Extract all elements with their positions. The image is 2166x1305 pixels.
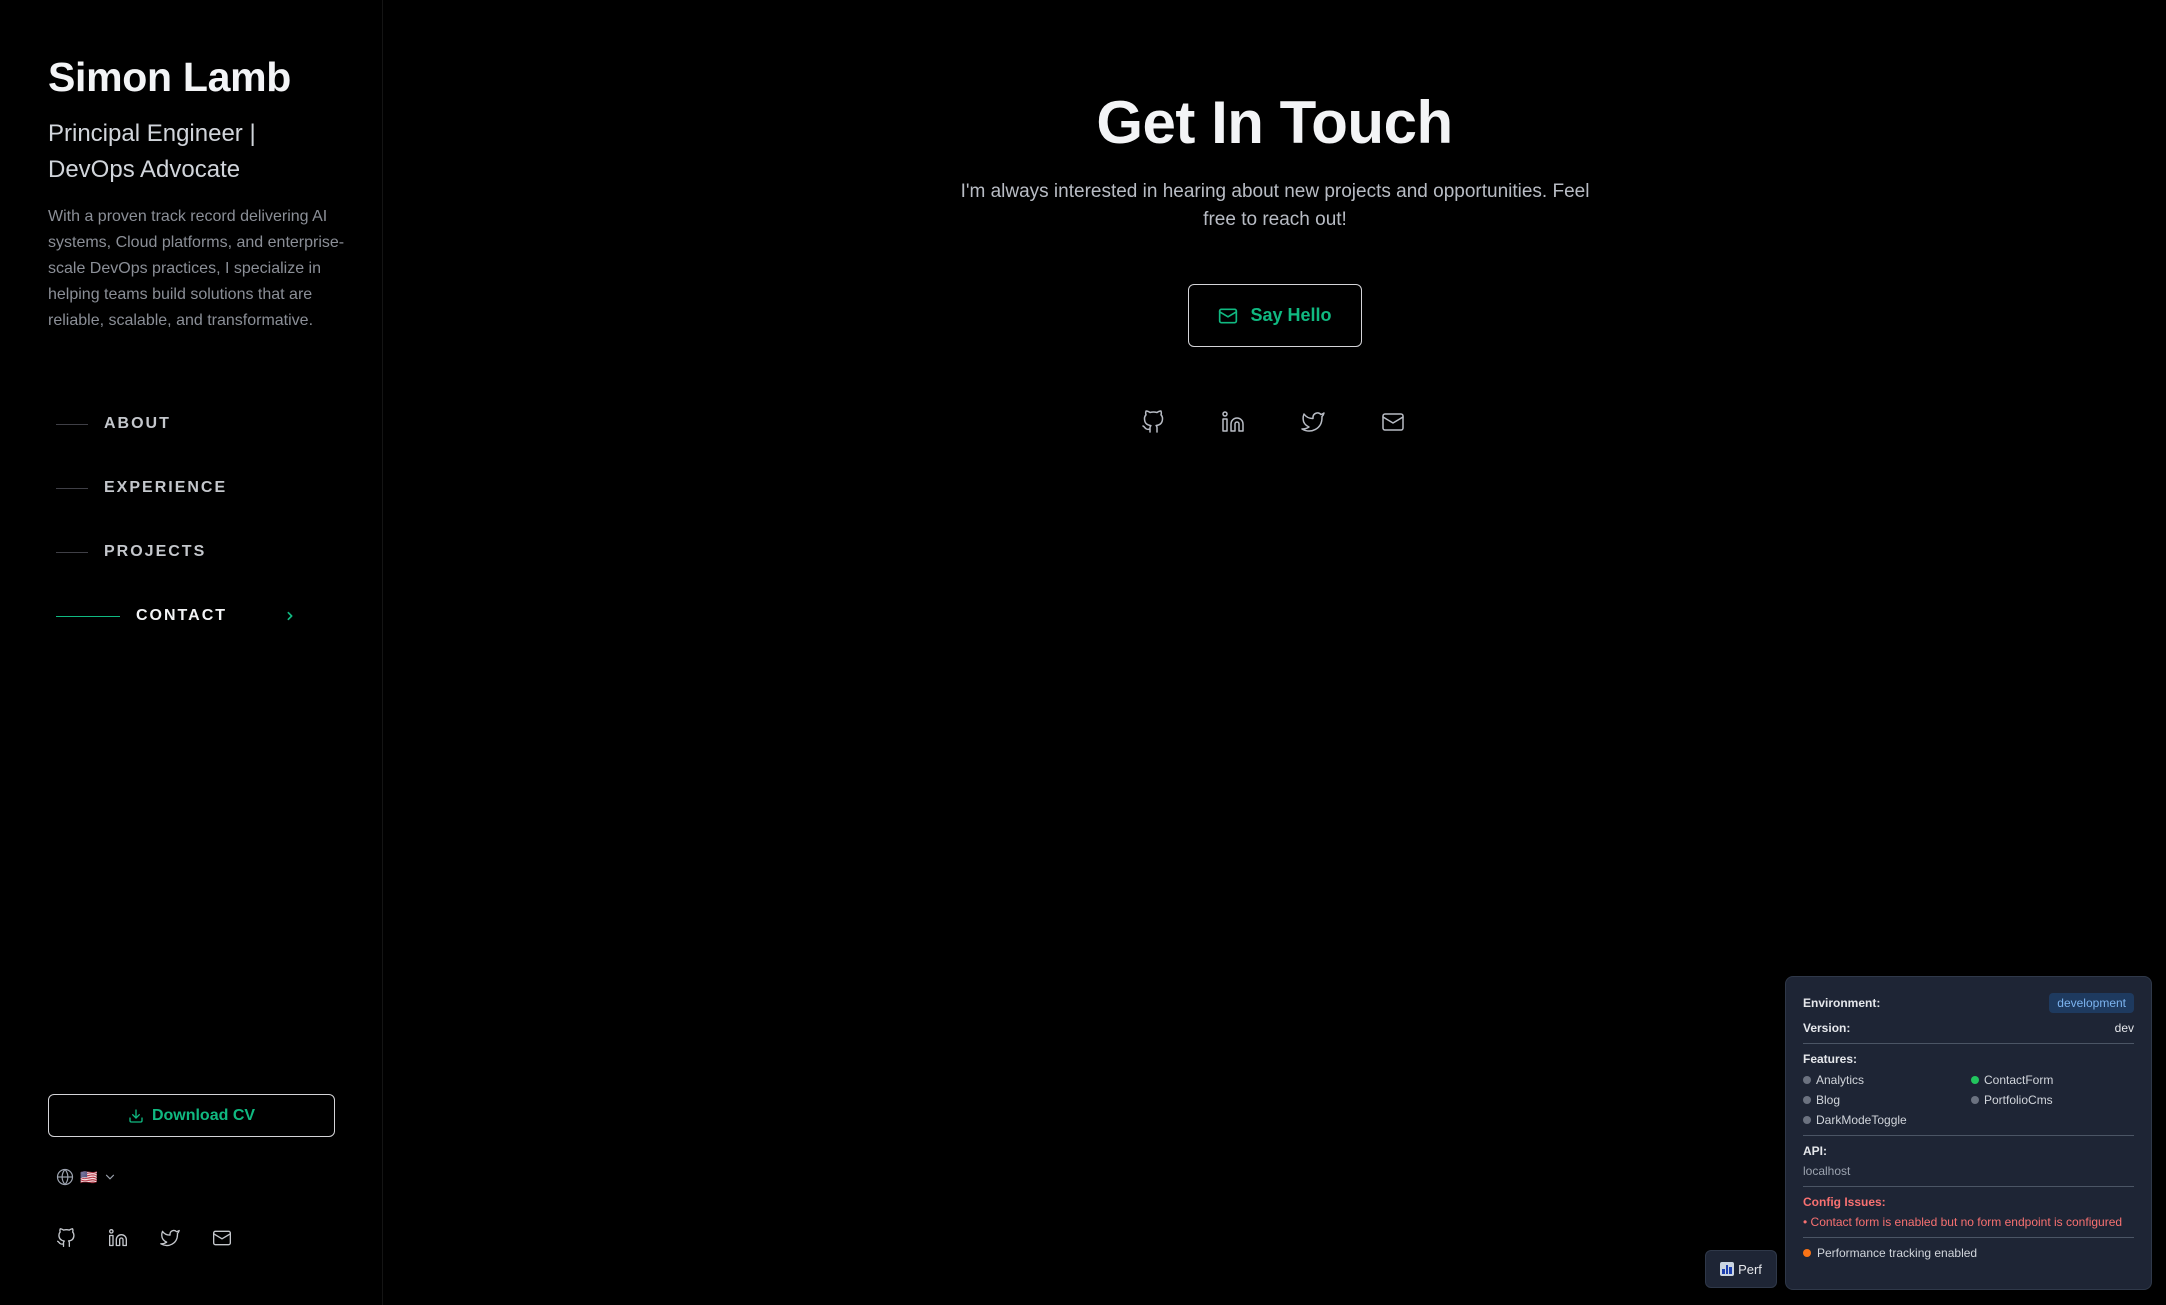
environment-badge: development bbox=[2049, 993, 2134, 1013]
nav-item-projects[interactable]: PROJECTS bbox=[56, 520, 316, 584]
version-row: Version: dev bbox=[1803, 1021, 2134, 1035]
nav-item-label: PROJECTS bbox=[104, 543, 207, 560]
nav-indicator-line bbox=[56, 423, 88, 425]
nav-item-about[interactable]: ABOUT bbox=[56, 392, 316, 456]
mail-icon[interactable] bbox=[1381, 410, 1405, 434]
environment-label: Environment: bbox=[1803, 996, 1881, 1010]
say-hello-label: Say Hello bbox=[1250, 305, 1332, 325]
status-dot bbox=[1803, 1116, 1811, 1124]
chart-icon bbox=[1720, 1262, 1735, 1276]
nav-item-label: ABOUT bbox=[104, 415, 171, 432]
status-dot bbox=[1971, 1096, 1979, 1104]
nav-indicator-line bbox=[56, 551, 88, 553]
divider bbox=[1803, 1043, 2134, 1044]
profile-name: Simon Lamb bbox=[48, 54, 292, 100]
perf-button-label: Perf bbox=[1738, 1261, 1762, 1277]
version-label: Version: bbox=[1803, 1021, 1851, 1035]
api-label: API: bbox=[1803, 1144, 1827, 1158]
nav-item-contact[interactable]: CONTACT bbox=[56, 584, 316, 648]
feature-name: Analytics bbox=[1816, 1073, 1865, 1087]
environment-row: Environment: development bbox=[1803, 993, 2134, 1013]
github-icon[interactable] bbox=[56, 1228, 76, 1248]
chevron-right-icon bbox=[287, 611, 293, 621]
features-label: Features: bbox=[1803, 1052, 1858, 1066]
chevron-down-icon bbox=[106, 1174, 115, 1180]
nav-item-experience[interactable]: EXPERIENCE bbox=[56, 456, 316, 520]
linkedin-icon[interactable] bbox=[108, 1228, 128, 1248]
divider bbox=[1803, 1135, 2134, 1136]
debug-panel: Environment: development Version: dev Fe… bbox=[1785, 976, 2152, 1290]
config-issues-label: Config Issues: bbox=[1803, 1195, 1886, 1209]
feature-name: Blog bbox=[1816, 1093, 1841, 1107]
sidebar-social-links bbox=[56, 1228, 232, 1248]
download-cv-button[interactable]: Download CV bbox=[48, 1094, 335, 1137]
feature-analytics: Analytics bbox=[1803, 1073, 1971, 1087]
download-cv-label: Download CV bbox=[151, 1106, 256, 1124]
features-list: Analytics ContactForm Blog PortfolioCms … bbox=[1803, 1073, 2134, 1127]
feature-blog: Blog bbox=[1803, 1093, 1971, 1107]
twitter-icon[interactable] bbox=[1301, 410, 1325, 434]
version-value: dev bbox=[2114, 1021, 2134, 1035]
globe-icon bbox=[56, 1168, 74, 1186]
linkedin-icon[interactable] bbox=[1221, 410, 1245, 434]
status-dot bbox=[1803, 1076, 1811, 1084]
language-flag: 🇺🇸 bbox=[80, 1168, 98, 1185]
feature-portfoliocms: PortfolioCms bbox=[1971, 1093, 2131, 1107]
performance-status: Performance tracking enabled bbox=[1803, 1246, 2134, 1260]
say-hello-button[interactable]: Say Hello bbox=[1188, 284, 1362, 347]
download-icon bbox=[129, 1108, 143, 1123]
status-dot bbox=[1971, 1076, 1979, 1084]
divider bbox=[1803, 1186, 2134, 1187]
performance-text: Performance tracking enabled bbox=[1817, 1246, 1978, 1260]
mail-icon[interactable] bbox=[212, 1228, 232, 1248]
contact-description: I'm always interested in hearing about n… bbox=[960, 181, 1590, 230]
profile-bio: With a proven track record delivering AI… bbox=[48, 208, 345, 329]
nav-indicator-line bbox=[56, 487, 88, 489]
config-issue-item: • Contact form is enabled but no form en… bbox=[1803, 1215, 2123, 1229]
perf-button[interactable]: Perf bbox=[1705, 1250, 1777, 1288]
status-dot bbox=[1803, 1096, 1811, 1104]
sidebar-nav: ABOUT EXPERIENCE PROJECTS CONTACT bbox=[56, 392, 316, 648]
feature-darkmodetoggle: DarkModeToggle bbox=[1803, 1113, 1971, 1127]
twitter-icon[interactable] bbox=[160, 1228, 180, 1248]
feature-name: DarkModeToggle bbox=[1816, 1113, 1907, 1127]
sidebar: Simon Lamb Principal Engineer | DevOps A… bbox=[0, 0, 383, 1305]
language-selector[interactable]: 🇺🇸 bbox=[56, 1168, 117, 1186]
nav-indicator-line bbox=[56, 615, 120, 617]
feature-name: PortfolioCms bbox=[1984, 1093, 2053, 1107]
main-social-links bbox=[1141, 410, 1405, 434]
feature-name: ContactForm bbox=[1984, 1073, 2054, 1087]
mail-icon bbox=[1219, 308, 1238, 323]
feature-contactform: ContactForm bbox=[1971, 1073, 2131, 1087]
nav-item-label: EXPERIENCE bbox=[104, 479, 228, 496]
github-icon[interactable] bbox=[1141, 410, 1165, 434]
status-dot bbox=[1803, 1249, 1811, 1257]
api-value: localhost bbox=[1803, 1164, 1851, 1178]
divider bbox=[1803, 1237, 2134, 1238]
nav-item-label: CONTACT bbox=[136, 607, 228, 624]
page-title: Get In Touch bbox=[1096, 89, 1453, 156]
profile-role: Principal Engineer | DevOps Advocate bbox=[48, 120, 256, 183]
